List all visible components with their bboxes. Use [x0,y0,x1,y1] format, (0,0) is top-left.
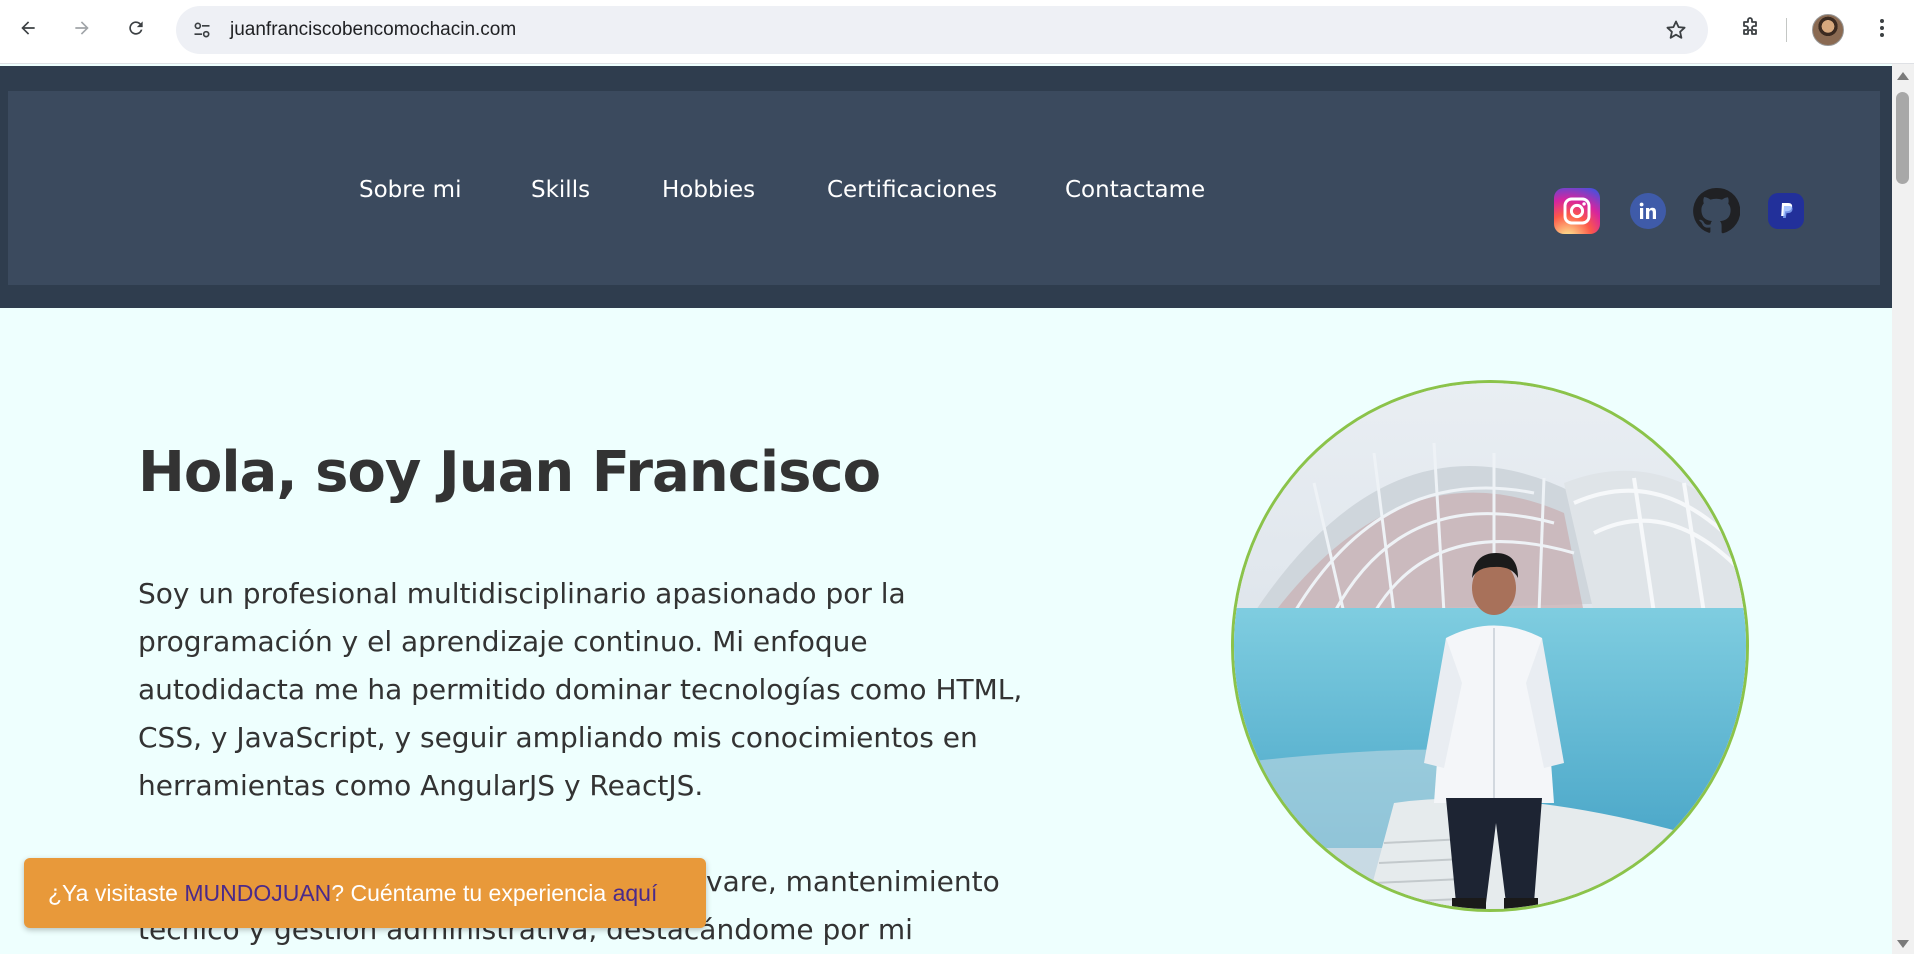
paypal-icon[interactable] [1768,193,1804,229]
mundojuan-link[interactable]: MUNDOJUAN [184,880,331,907]
page-title: Hola, soy Juan Francisco [138,440,881,505]
feedback-banner: ¿Ya visitaste MUNDOJUAN? Cuéntame tu exp… [24,858,706,928]
page-scrollbar[interactable] [1892,64,1914,954]
intro-paragraph: Soy un profesional multidisciplinario ap… [138,577,1023,802]
scroll-down-arrow[interactable] [1897,940,1909,948]
linkedin-icon[interactable] [1630,193,1666,229]
banner-here-link[interactable]: aquí [613,880,658,907]
nav-item-contactame[interactable]: Contactame [1065,177,1205,203]
nav-item-hobbies[interactable]: Hobbies [662,177,755,203]
instagram-icon[interactable] [1554,188,1600,234]
browser-toolbar: juanfranciscobencomochacin.com [0,0,1914,64]
nav-item-certificaciones[interactable]: Certificaciones [827,177,997,203]
site-header: Sobre mi Skills Hobbies Certificaciones … [0,66,1892,308]
bookmark-star-icon[interactable] [1664,18,1688,42]
back-arrow-icon[interactable] [14,14,42,42]
address-bar[interactable]: juanfranciscobencomochacin.com [176,6,1708,54]
more-vert-icon[interactable] [1868,14,1896,42]
nav-item-sobre-mi[interactable]: Sobre mi [359,177,461,203]
github-icon[interactable] [1692,187,1740,235]
toolbar-divider [1786,18,1787,42]
profile-avatar[interactable] [1812,14,1844,46]
forward-arrow-icon[interactable] [68,14,96,42]
url-text[interactable]: juanfranciscobencomochacin.com [230,19,516,41]
banner-middle: ? Cuéntame tu experiencia [331,879,607,906]
nav-item-skills[interactable]: Skills [531,177,590,203]
extensions-puzzle-icon[interactable] [1736,14,1764,42]
profile-photo [1231,380,1749,912]
scroll-up-arrow[interactable] [1897,72,1909,80]
reload-icon[interactable] [122,14,150,42]
banner-prefix: ¿Ya visitaste [48,879,178,906]
scroll-thumb[interactable] [1896,92,1909,184]
header-nav-panel: Sobre mi Skills Hobbies Certificaciones … [8,91,1880,285]
site-settings-icon[interactable] [192,20,212,40]
